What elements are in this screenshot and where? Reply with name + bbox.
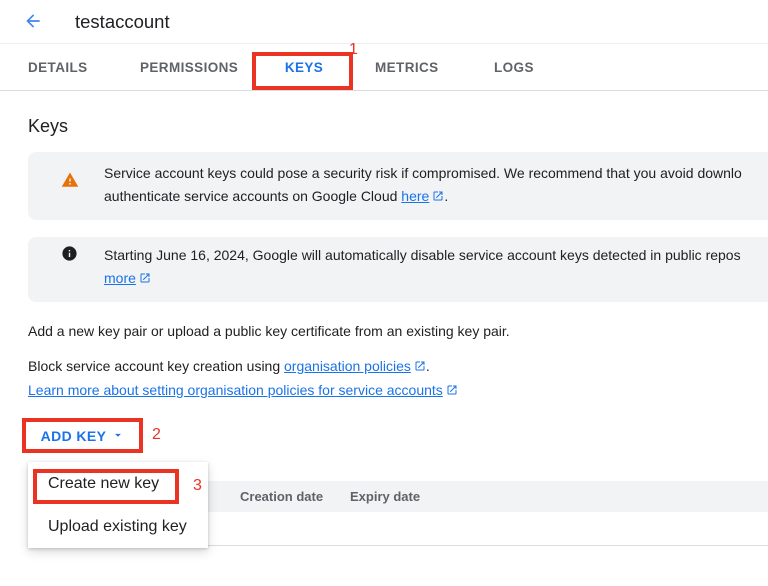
more-link[interactable]: more [104, 270, 136, 286]
annotation-number-step2: 2 [152, 426, 161, 444]
warning-line-1: Service account keys could pose a securi… [104, 165, 742, 181]
add-key-label: ADD KEY [41, 428, 107, 444]
learn-more-text: Learn more about setting organisation po… [28, 381, 458, 401]
warning-banner: Service account keys could pose a securi… [28, 152, 768, 220]
menu-item-create-new-key[interactable]: Create new key [28, 462, 208, 505]
here-link[interactable]: here [401, 188, 429, 204]
tab-logs[interactable]: LOGS [494, 44, 534, 90]
tab-keys[interactable]: KEYS [262, 44, 346, 90]
add-key-button[interactable]: ADD KEY [23, 419, 143, 453]
warning-line-2-period: . [444, 188, 448, 204]
column-header-expiry-date: Expiry date [350, 481, 420, 512]
external-link-icon [446, 383, 458, 399]
intro-text: Add a new key pair or upload a public ke… [28, 322, 510, 341]
warning-line-2: authenticate service accounts on Google … [104, 188, 401, 204]
block-key-prefix: Block service account key creation using [28, 358, 284, 374]
warning-icon [61, 171, 79, 194]
info-banner: Starting June 16, 2024, Google will auto… [28, 237, 768, 302]
block-key-text: Block service account key creation using… [28, 357, 430, 377]
info-banner-text: Starting June 16, 2024, Google will auto… [104, 244, 741, 291]
tab-permissions[interactable]: PERMISSIONS [140, 44, 238, 90]
service-account-keys-page: testaccount DETAILS PERMISSIONS KEYS MET… [0, 0, 768, 586]
caret-down-icon [111, 428, 125, 445]
organisation-policies-link[interactable]: organisation policies [284, 358, 411, 374]
tab-details[interactable]: DETAILS [28, 44, 88, 90]
external-link-icon [139, 271, 151, 287]
active-tab-indicator [262, 86, 346, 89]
page-title: testaccount [75, 0, 170, 43]
tab-bar: DETAILS PERMISSIONS KEYS METRICS LOGS [0, 43, 768, 91]
back-button[interactable] [22, 11, 44, 33]
keys-heading: Keys [28, 116, 68, 137]
arrow-back-icon [23, 19, 43, 34]
learn-more-link[interactable]: Learn more about setting organisation po… [28, 382, 443, 398]
column-header-creation-date: Creation date [240, 481, 323, 512]
warning-banner-text: Service account keys could pose a securi… [104, 162, 742, 209]
block-key-period: . [426, 358, 430, 374]
menu-item-upload-existing-key[interactable]: Upload existing key [28, 505, 208, 548]
external-link-icon [432, 189, 444, 205]
add-key-dropdown-menu: Create new key Upload existing key [28, 462, 208, 548]
info-line-1: Starting June 16, 2024, Google will auto… [104, 247, 741, 263]
app-header: testaccount [0, 0, 768, 43]
external-link-icon [414, 359, 426, 375]
tab-metrics[interactable]: METRICS [375, 44, 439, 90]
info-icon [61, 245, 78, 267]
